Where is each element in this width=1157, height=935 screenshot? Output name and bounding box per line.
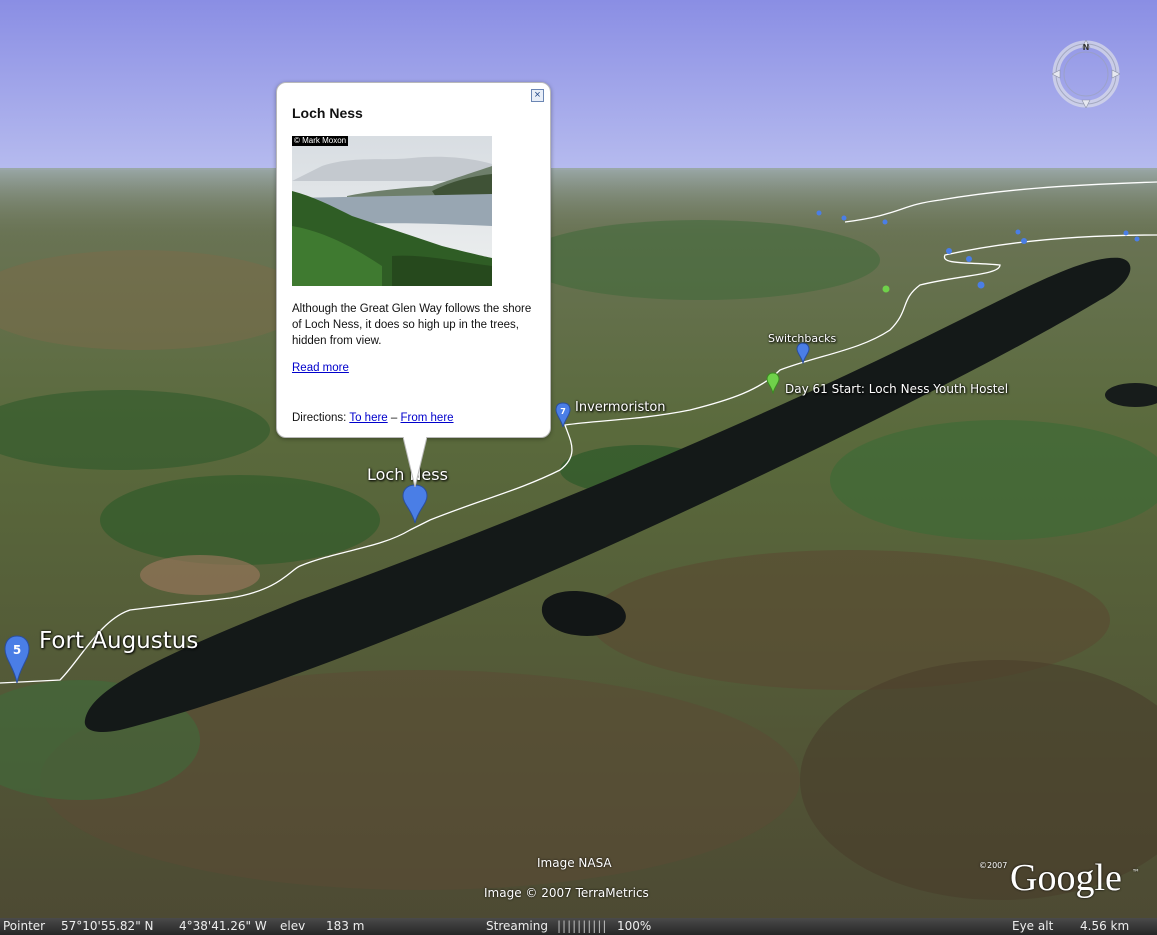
read-more-link[interactable]: Read more (292, 362, 349, 374)
elevation-value: 183 m (326, 919, 365, 933)
eye-alt-value: 4.56 km (1080, 919, 1130, 933)
info-balloon: × Loch Ness © Mark Moxon Although the Gr… (276, 82, 551, 487)
to-here-link[interactable]: To here (349, 412, 387, 424)
label-day61[interactable]: Day 61 Start: Loch Ness Youth Hostel (785, 382, 1008, 396)
status-bar: Pointer 57°10'55.82" N 4°38'41.26" W ele… (0, 918, 1157, 935)
eye-alt-label: Eye alt (1012, 919, 1054, 933)
invermoriston-pin[interactable]: 7 (555, 402, 571, 428)
fort-augustus-pin-number: 5 (13, 643, 21, 657)
fort-augustus-pin[interactable]: 5 (4, 635, 30, 685)
label-invermoriston[interactable]: Invermoriston (575, 400, 666, 415)
streaming-percent: 100% (617, 919, 652, 933)
pointer-label: Pointer (3, 919, 46, 933)
label-fort-augustus[interactable]: Fort Augustus (39, 628, 198, 654)
balloon-description: Although the Great Glen Way follows the … (292, 303, 532, 347)
invermoriston-pin-number: 7 (560, 407, 566, 416)
compass-north: N (1083, 43, 1090, 52)
horizon-haze (0, 168, 1157, 238)
credit-image-nasa: Image NASA (537, 856, 612, 870)
sky (0, 0, 1157, 178)
directions-label: Directions: (292, 412, 347, 424)
switchbacks-pin[interactable] (796, 342, 810, 364)
pointer-longitude: 4°38'41.26" W (179, 919, 267, 933)
balloon-tail (403, 437, 427, 487)
map-view[interactable] (0, 0, 1157, 935)
balloon-title: Loch Ness (292, 105, 363, 121)
pointer-latitude: 57°10'55.82" N (61, 919, 154, 933)
photo-credit: © Mark Moxon (292, 136, 349, 146)
compass-control[interactable]: N (1052, 40, 1120, 108)
close-button[interactable]: × (531, 89, 544, 102)
directions-separator: – (390, 412, 398, 424)
loch-ness-pin[interactable] (402, 484, 428, 524)
google-trademark: ™ (1132, 868, 1140, 877)
google-copyright-year: ©2007 (979, 861, 1008, 870)
day61-pin[interactable] (766, 372, 780, 394)
elevation-label: elev (280, 919, 306, 933)
directions-row: Directions: To here – From here (292, 412, 454, 424)
streaming-label: Streaming (486, 919, 548, 933)
loch-ness-photo: © Mark Moxon (292, 136, 492, 286)
streaming-progress-bar: |||||||||| (557, 919, 608, 933)
credit-terrametrics: Image © 2007 TerraMetrics (484, 886, 649, 900)
label-switchbacks[interactable]: Switchbacks (768, 332, 836, 345)
from-here-link[interactable]: From here (401, 412, 454, 424)
google-logo: Google (1010, 857, 1122, 899)
